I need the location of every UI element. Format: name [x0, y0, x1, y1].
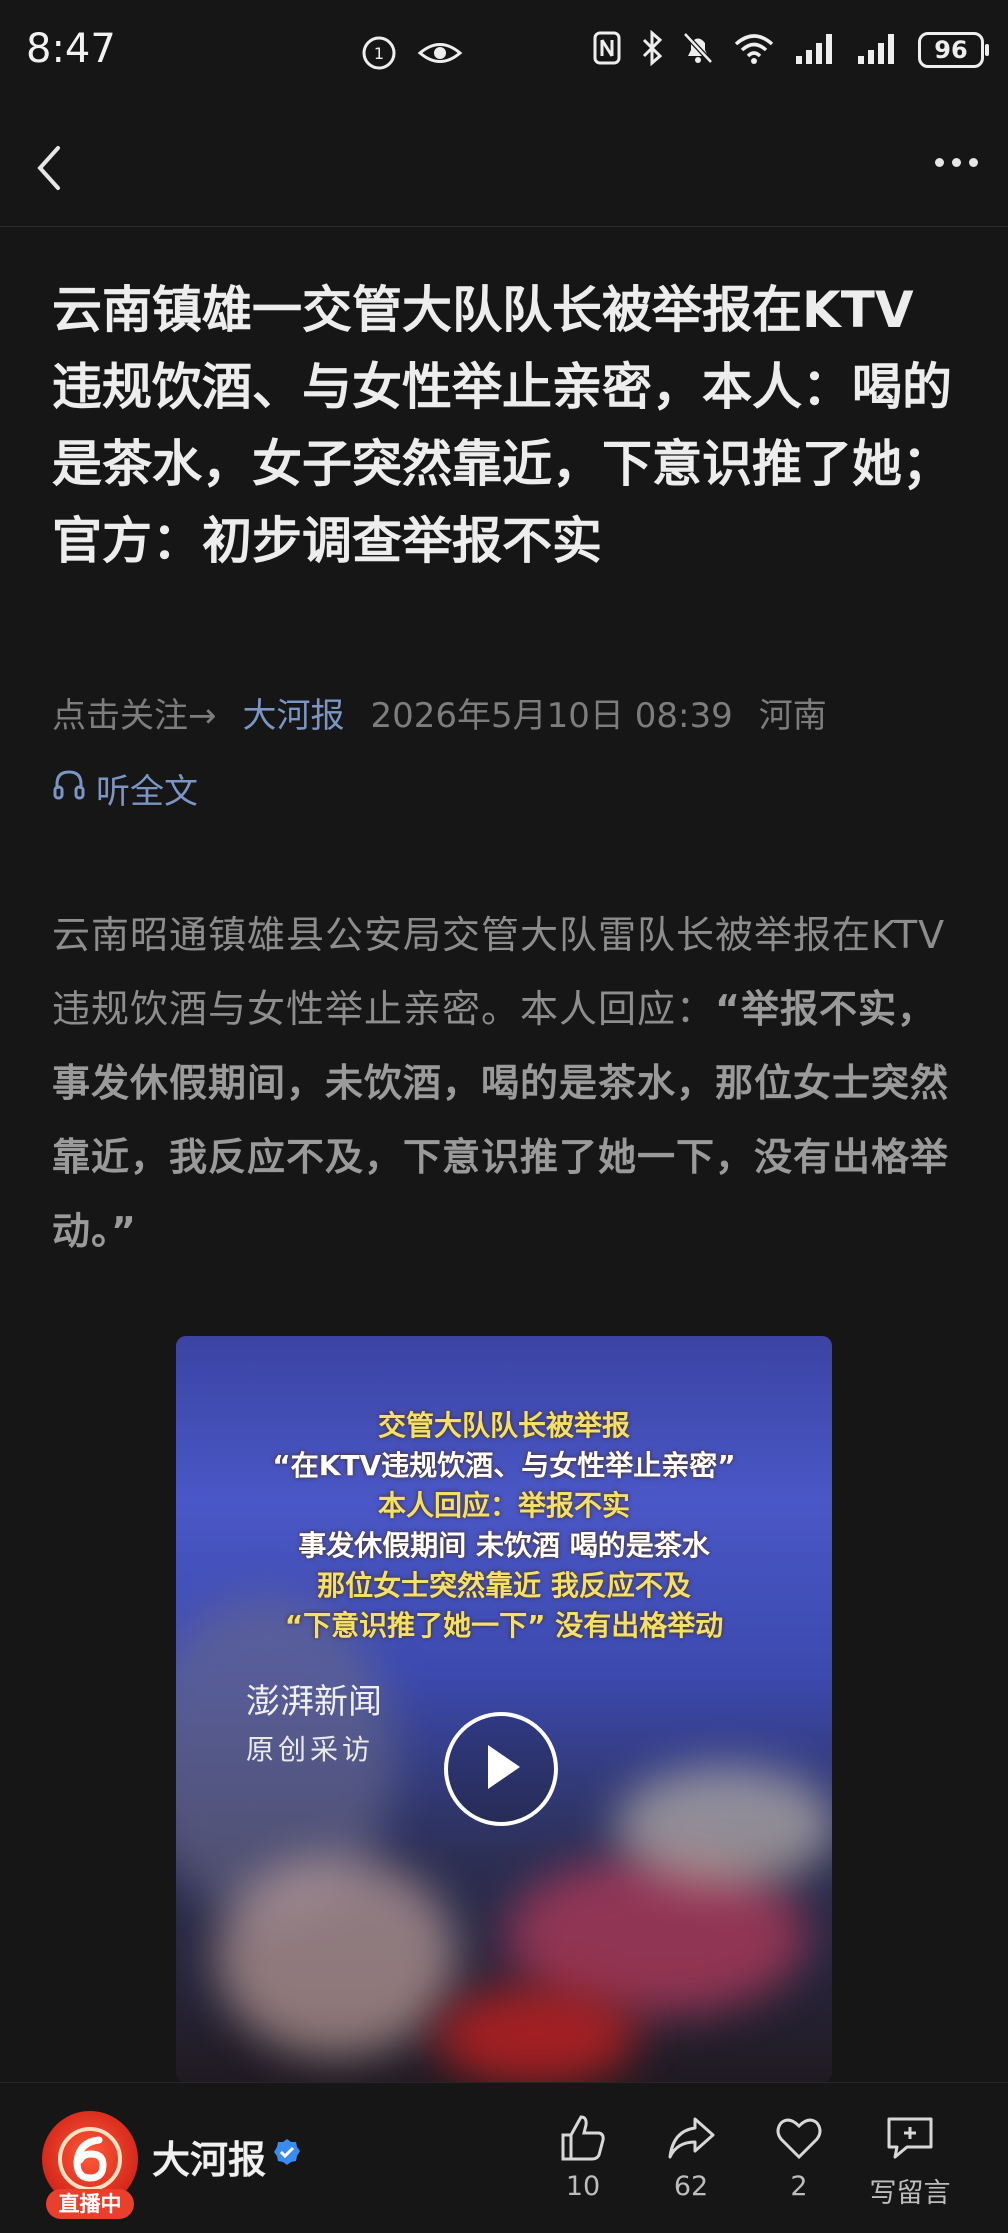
- video-player[interactable]: 交管大队队长被举报 “在KTV违规饮酒、与女性举止亲密” 本人回应：举报不实 事…: [176, 1336, 832, 2082]
- video-brand-sub: 原创采访: [246, 1733, 375, 1766]
- video-caption-line: “下意识推了她一下” 没有出格举动: [284, 1609, 724, 1642]
- favorite-button[interactable]: 2: [754, 2113, 844, 2202]
- live-badge: 直播中: [46, 2189, 134, 2219]
- signal-1-icon: [794, 30, 838, 70]
- play-button[interactable]: [444, 1712, 558, 1826]
- publisher-logo-icon: [58, 2127, 122, 2191]
- favorite-count: 2: [790, 2171, 808, 2202]
- eye-icon: [416, 34, 464, 76]
- thumbs-up-icon: [557, 2115, 609, 2167]
- article-meta: 点击关注→ 大河报 2026年5月10日 08:39 河南: [52, 688, 827, 737]
- video-caption-line: “在KTV违规饮酒、与女性举止亲密”: [272, 1449, 736, 1482]
- comment-button[interactable]: 写留言: [862, 2113, 958, 2210]
- share-button[interactable]: 62: [646, 2113, 736, 2202]
- bluetooth-icon: [640, 29, 664, 70]
- mute-bell-icon: [682, 30, 714, 70]
- status-right-icons: 96: [592, 29, 989, 70]
- back-button[interactable]: [28, 140, 68, 200]
- share-icon: [665, 2117, 717, 2167]
- chevron-left-icon: [28, 146, 68, 200]
- play-icon: [478, 1741, 524, 1797]
- source-link[interactable]: 大河报: [243, 688, 345, 737]
- video-caption-line: 那位女士突然靠近 我反应不及: [317, 1569, 691, 1602]
- listen-full-button[interactable]: 听全文: [52, 764, 198, 813]
- publisher-name[interactable]: 大河报: [152, 2129, 266, 2184]
- heart-icon: [773, 2118, 825, 2167]
- video-caption: 交管大队队长被举报 “在KTV违规饮酒、与女性举止亲密” 本人回应：举报不实 事…: [176, 1406, 832, 1646]
- data-saver-icon: 1: [360, 34, 398, 76]
- share-count: 62: [673, 2171, 709, 2202]
- status-bar: 8:47 1 96: [0, 0, 1008, 110]
- article-headline: 云南镇雄一交管大队队长被举报在KTV违规饮酒、与女性举止亲密，本人：喝的是茶水，…: [52, 281, 952, 570]
- comment-label: 写留言: [869, 2178, 951, 2209]
- publish-location: 河南: [758, 696, 827, 736]
- top-nav: [0, 110, 1008, 227]
- bottom-action-bar: 直播中 大河报 10 62 2 写留言: [0, 2082, 1008, 2233]
- signal-2-icon: [856, 30, 900, 70]
- video-caption-line: 交管大队队长被举报: [377, 1409, 630, 1442]
- verified-icon: [272, 2137, 302, 2171]
- publish-datetime: 2026年5月10日 08:39: [370, 696, 733, 736]
- video-brand-logo: 澎湃新闻: [246, 1682, 382, 1722]
- listen-label: 听全文: [96, 772, 198, 812]
- status-center-icons: 1: [360, 34, 464, 76]
- like-button[interactable]: 10: [538, 2113, 628, 2202]
- video-caption-line: 事发休假期间 未饮酒 喝的是茶水: [298, 1529, 710, 1562]
- video-caption-line: 本人回应：举报不实: [377, 1489, 630, 1522]
- svg-text:1: 1: [374, 44, 384, 63]
- more-options-icon[interactable]: [935, 158, 978, 167]
- article-body: 云南昭通镇雄县公安局交管大队雷队长被举报在KTV违规饮酒与女性举止亲密。本人回应…: [52, 898, 970, 1268]
- status-time: 8:47: [26, 26, 116, 72]
- headphones-icon: [52, 767, 86, 810]
- wifi-icon: [732, 30, 776, 70]
- follow-link[interactable]: 点击关注→: [52, 688, 217, 737]
- nfc-icon: [592, 30, 622, 70]
- battery-indicator: 96: [918, 32, 989, 68]
- comment-add-icon: [883, 2117, 937, 2167]
- like-count: 10: [565, 2171, 601, 2202]
